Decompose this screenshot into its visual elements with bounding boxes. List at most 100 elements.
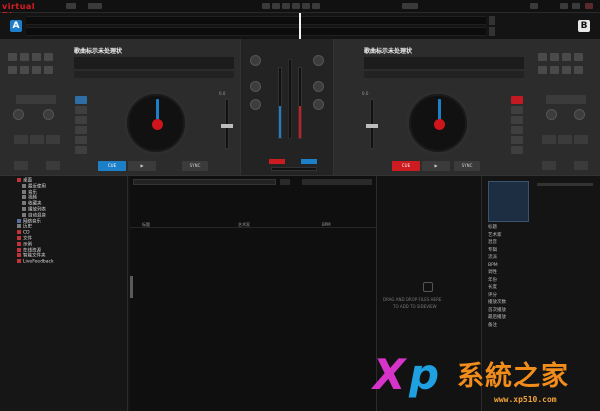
filter-knob[interactable] bbox=[13, 109, 24, 120]
filter-knob[interactable] bbox=[546, 109, 557, 120]
close-icon[interactable] bbox=[585, 3, 593, 9]
deck-right-slip-button[interactable] bbox=[511, 106, 523, 114]
crossfader[interactable] bbox=[271, 167, 317, 171]
file-list[interactable]: 标题 艺术家 BPM bbox=[130, 176, 376, 411]
hotcue-pad-2[interactable] bbox=[550, 53, 559, 61]
pitch-slider-handle[interactable] bbox=[221, 124, 233, 128]
loop-out-button[interactable] bbox=[558, 135, 572, 144]
hotcue-pad-4[interactable] bbox=[574, 53, 583, 61]
sampler-button[interactable] bbox=[282, 3, 290, 9]
folder-tree[interactable]: 桌面 最近使用 音乐 视频 收藏夹 播放列表 自动混音 网络音乐 历史 CD 文件 示例 在线资源 智能文… bbox=[0, 176, 128, 411]
loop-size-button[interactable] bbox=[46, 161, 60, 170]
mid-eq-knob-right[interactable] bbox=[313, 99, 324, 110]
hotcue-pad-6[interactable] bbox=[20, 66, 29, 74]
volume-fader-right[interactable] bbox=[298, 67, 302, 139]
hotcue-pad-1[interactable] bbox=[538, 53, 547, 61]
column-artist-header[interactable]: 艺术家 bbox=[238, 222, 250, 227]
high-eq-knob-right[interactable] bbox=[313, 81, 324, 92]
deck-right-cue-button[interactable]: CUE bbox=[392, 161, 420, 171]
hotcue-pad-2[interactable] bbox=[20, 53, 29, 61]
pitch-slider-handle[interactable] bbox=[366, 124, 378, 128]
deck-a-waveform[interactable] bbox=[26, 16, 486, 25]
deck-right-jogwheel[interactable] bbox=[406, 91, 470, 155]
folder-icon bbox=[22, 183, 26, 188]
master-button[interactable] bbox=[272, 3, 280, 9]
sidebar-item[interactable]: LiveFeedback bbox=[17, 259, 54, 265]
loop-toggle-button[interactable] bbox=[574, 135, 588, 144]
waveform-scroll-up[interactable] bbox=[489, 16, 495, 25]
deck-left-vinyl-button[interactable] bbox=[75, 116, 87, 124]
deck-left-key-button[interactable] bbox=[75, 96, 87, 104]
broadcast-button[interactable] bbox=[302, 3, 310, 9]
deck-right-play-button[interactable]: ▶ bbox=[422, 161, 450, 171]
deck-left-sync-button[interactable]: SYNC bbox=[182, 161, 208, 171]
hotcue-pad-8[interactable] bbox=[44, 66, 53, 74]
loop-out-button[interactable] bbox=[30, 135, 44, 144]
menu-button[interactable] bbox=[66, 3, 76, 9]
effects-button[interactable] bbox=[292, 3, 300, 9]
waveform-scroll-down[interactable] bbox=[489, 27, 495, 36]
deck-right-quantize-button[interactable] bbox=[511, 126, 523, 134]
settings-button[interactable] bbox=[312, 3, 320, 9]
hotcue-pad-4[interactable] bbox=[44, 53, 53, 61]
shift-button[interactable] bbox=[14, 161, 28, 170]
loop-in-button[interactable] bbox=[14, 135, 28, 144]
loop-knob[interactable] bbox=[43, 109, 54, 120]
loop-in-button[interactable] bbox=[542, 135, 556, 144]
gain-knob-right[interactable] bbox=[313, 55, 324, 66]
layout-button[interactable] bbox=[88, 3, 102, 9]
gain-knob-left[interactable] bbox=[250, 55, 261, 66]
folder-tree-list: 桌面 最近使用 音乐 视频 收藏夹 播放列表 自动混音 网络音乐 历史 CD 文件 示例 在线资源 智能文… bbox=[17, 178, 54, 265]
pad-mode-select[interactable] bbox=[16, 95, 56, 104]
hotcue-pad-5[interactable] bbox=[8, 66, 17, 74]
minimize-icon[interactable] bbox=[560, 3, 568, 9]
loop-toggle-button[interactable] bbox=[46, 135, 60, 144]
loop-knob[interactable] bbox=[574, 109, 585, 120]
loop-size-button[interactable] bbox=[574, 161, 588, 170]
pfl-right-button[interactable] bbox=[301, 159, 317, 164]
cover-art bbox=[488, 181, 529, 222]
hotcue-pad-3[interactable] bbox=[32, 53, 41, 61]
search-input[interactable] bbox=[133, 179, 276, 185]
deck-right-reverse-button[interactable] bbox=[511, 146, 523, 154]
maximize-icon[interactable] bbox=[572, 3, 580, 9]
list-options-bar[interactable] bbox=[302, 179, 372, 185]
deck-right-sync-button[interactable]: SYNC bbox=[454, 161, 480, 171]
hotcue-pad-6[interactable] bbox=[550, 66, 559, 74]
shift-button[interactable] bbox=[542, 161, 556, 170]
mid-eq-knob-left[interactable] bbox=[250, 99, 261, 110]
deck-left-play-button[interactable]: ▶ bbox=[128, 161, 156, 171]
info-field-label: 标题 bbox=[488, 225, 497, 230]
info-field-label: 备注 bbox=[488, 322, 497, 328]
deck-left-master-tempo-button[interactable] bbox=[75, 136, 87, 144]
gear-icon[interactable] bbox=[530, 3, 538, 9]
hotcue-pad-5[interactable] bbox=[538, 66, 547, 74]
hotcue-pad-1[interactable] bbox=[8, 53, 17, 61]
rec-button[interactable] bbox=[262, 3, 270, 9]
deck-right-key-button[interactable] bbox=[511, 96, 523, 104]
column-bpm-header[interactable]: BPM bbox=[322, 222, 331, 227]
deck-right-vinyl-button[interactable] bbox=[511, 116, 523, 124]
sidebar-item-label: 网络音乐 bbox=[23, 219, 41, 225]
pfl-left-button[interactable] bbox=[269, 159, 285, 164]
deck-left-pitch-slider[interactable] bbox=[221, 99, 233, 149]
deck-left-cue-button[interactable]: CUE bbox=[98, 161, 126, 171]
volume-fader-left[interactable] bbox=[278, 67, 282, 139]
hotcue-pad-7[interactable] bbox=[32, 66, 41, 74]
column-title-header[interactable]: 标题 bbox=[142, 222, 150, 227]
high-eq-knob-left[interactable] bbox=[250, 81, 261, 92]
pad-mode-select[interactable] bbox=[546, 95, 586, 104]
search-options-button[interactable] bbox=[280, 179, 290, 185]
hotcue-pad-8[interactable] bbox=[574, 66, 583, 74]
deck-b-waveform[interactable] bbox=[26, 27, 486, 36]
deck-left-jogwheel[interactable] bbox=[124, 91, 188, 155]
hotcue-pad-3[interactable] bbox=[562, 53, 571, 61]
deck-right-pitch-slider[interactable] bbox=[366, 99, 378, 149]
deck-right-master-tempo-button[interactable] bbox=[511, 136, 523, 144]
info-panel-slider[interactable] bbox=[537, 183, 593, 186]
hotcue-pad-7[interactable] bbox=[562, 66, 571, 74]
deck-left-reverse-button[interactable] bbox=[75, 146, 87, 154]
list-scrollbar[interactable] bbox=[130, 276, 133, 298]
deck-left-quantize-button[interactable] bbox=[75, 126, 87, 134]
deck-left-slip-button[interactable] bbox=[75, 106, 87, 114]
